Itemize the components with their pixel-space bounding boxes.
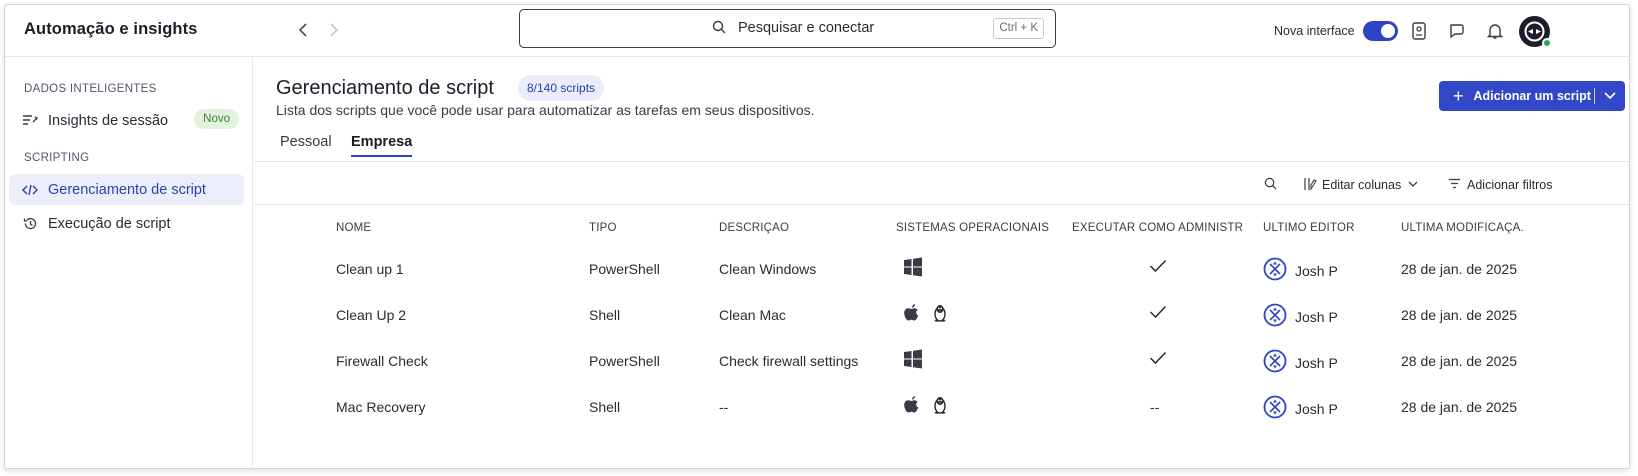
table-search-button[interactable] bbox=[1264, 175, 1277, 195]
tab-company[interactable]: Empresa bbox=[351, 134, 413, 157]
add-script-label: Adicionar um script bbox=[1473, 89, 1591, 103]
editor-avatar-icon bbox=[1263, 257, 1287, 284]
sidebar-item-label: Insights de sessão bbox=[48, 112, 169, 129]
table-row[interactable]: Clean Up 2 Shell Clean Mac Josh P 28 de … bbox=[254, 294, 1629, 340]
chevron-down-icon bbox=[1407, 178, 1419, 193]
cell-name[interactable]: Clean Up 2 bbox=[336, 307, 406, 323]
app-window: Automação e insights Pesquisar e conecta… bbox=[4, 4, 1630, 469]
search-shortcut: Ctrl + K bbox=[993, 18, 1044, 39]
editor-cell: Josh P bbox=[1263, 257, 1338, 284]
col-header-last-modified[interactable]: ÚLTIMA MODIFICAÇÃ... bbox=[1401, 222, 1525, 234]
search-input[interactable]: Pesquisar e conectar Ctrl + K bbox=[519, 9, 1056, 48]
code-icon bbox=[19, 183, 41, 197]
insights-icon bbox=[19, 114, 41, 128]
col-header-os[interactable]: SISTEMAS OPERACIONAIS bbox=[896, 222, 1049, 234]
device-icon[interactable] bbox=[1407, 19, 1431, 43]
cell-description: -- bbox=[719, 399, 729, 415]
admin-check-icon bbox=[1149, 351, 1167, 368]
editor-avatar-icon bbox=[1263, 303, 1287, 330]
history-icon bbox=[19, 216, 41, 231]
search-icon bbox=[1264, 177, 1277, 193]
page-title: Gerenciamento de script bbox=[276, 77, 494, 99]
chat-icon[interactable] bbox=[1445, 19, 1469, 43]
col-header-name[interactable]: NOME bbox=[336, 222, 371, 234]
admin-check-icon bbox=[1149, 259, 1167, 276]
sidebar-item-script-management[interactable]: Gerenciamento de script bbox=[9, 174, 244, 205]
editor-avatar-icon bbox=[1263, 395, 1287, 422]
edit-columns-button[interactable]: Editar colunas bbox=[1304, 175, 1419, 195]
page-subtitle: Lista dos scripts que você pode usar par… bbox=[276, 102, 815, 118]
sidebar-item-label: Execução de script bbox=[48, 215, 171, 232]
edit-columns-label: Editar colunas bbox=[1322, 178, 1402, 192]
back-arrow-icon[interactable] bbox=[291, 18, 315, 42]
cell-modified: 28 de jan. de 2025 bbox=[1401, 307, 1517, 323]
cell-description: Clean Windows bbox=[719, 261, 817, 277]
linux-icon bbox=[931, 303, 949, 326]
sidebar-section-title: DADOS INTELIGENTES bbox=[24, 83, 157, 95]
table-row[interactable]: Mac Recovery Shell -- -- Josh P 28 de ja… bbox=[254, 386, 1629, 432]
online-status-dot bbox=[1542, 38, 1552, 48]
edit-columns-icon bbox=[1304, 177, 1317, 194]
chevron-down-icon[interactable] bbox=[1603, 88, 1617, 105]
avatar[interactable] bbox=[1519, 16, 1552, 48]
apple-icon bbox=[903, 303, 921, 326]
cell-type: Shell bbox=[589, 307, 621, 323]
linux-icon bbox=[931, 395, 949, 418]
filter-icon bbox=[1448, 178, 1461, 192]
add-script-button[interactable]: + Adicionar um script bbox=[1439, 81, 1625, 111]
sidebar-section-title: SCRIPTING bbox=[24, 152, 90, 164]
cell-modified: 28 de jan. de 2025 bbox=[1401, 261, 1517, 277]
editor-cell: Josh P bbox=[1263, 395, 1338, 422]
search-icon bbox=[712, 20, 726, 37]
cell-type: Shell bbox=[589, 399, 621, 415]
editor-name: Josh P bbox=[1295, 354, 1338, 371]
sidebar-item-script-execution[interactable]: Execução de script bbox=[9, 208, 244, 239]
new-interface-toggle[interactable] bbox=[1363, 21, 1398, 41]
new-interface-label: Nova interface bbox=[1274, 24, 1355, 38]
cell-description: Check firewall settings bbox=[719, 353, 859, 369]
editor-name: Josh P bbox=[1295, 308, 1338, 325]
col-header-description[interactable]: DESCRIÇÃO bbox=[719, 222, 789, 234]
new-badge: Novo bbox=[194, 109, 239, 129]
tab-personal[interactable]: Pessoal bbox=[280, 134, 332, 155]
editor-name: Josh P bbox=[1295, 262, 1338, 279]
bell-icon[interactable] bbox=[1483, 19, 1507, 43]
app-title: Automação e insights bbox=[24, 20, 198, 38]
cell-name[interactable]: Mac Recovery bbox=[336, 399, 425, 415]
editor-name: Josh P bbox=[1295, 400, 1338, 417]
editor-cell: Josh P bbox=[1263, 349, 1338, 376]
cell-name[interactable]: Clean up 1 bbox=[336, 261, 404, 277]
search-placeholder: Pesquisar e conectar bbox=[738, 20, 875, 36]
sidebar-item-label: Gerenciamento de script bbox=[48, 181, 206, 198]
cell-modified: 28 de jan. de 2025 bbox=[1401, 353, 1517, 369]
apple-icon bbox=[903, 395, 921, 418]
cell-admin: -- bbox=[1150, 399, 1160, 415]
col-header-last-editor[interactable]: ÚLTIMO EDITOR bbox=[1263, 222, 1355, 234]
top-bar: Automação e insights Pesquisar e conecta… bbox=[5, 5, 1629, 57]
windows-icon bbox=[903, 349, 923, 372]
sidebar-item-session-insights[interactable]: Insights de sessão Novo bbox=[9, 105, 244, 136]
col-header-type[interactable]: TIPO bbox=[589, 222, 617, 234]
cell-name[interactable]: Firewall Check bbox=[336, 353, 428, 369]
editor-cell: Josh P bbox=[1263, 303, 1338, 330]
forward-arrow-icon[interactable] bbox=[322, 18, 346, 42]
editor-avatar-icon bbox=[1263, 349, 1287, 376]
add-filters-label: Adicionar filtros bbox=[1467, 178, 1553, 192]
plus-icon: + bbox=[1453, 86, 1464, 106]
admin-check-icon bbox=[1149, 305, 1167, 322]
windows-icon bbox=[903, 257, 923, 280]
script-count-badge: 8/140 scripts bbox=[518, 75, 605, 101]
main-content: Gerenciamento de script 8/140 scripts Li… bbox=[254, 57, 1629, 468]
sidebar: DADOS INTELIGENTES Insights de sessão No… bbox=[5, 57, 253, 468]
add-filters-button[interactable]: Adicionar filtros bbox=[1448, 175, 1552, 195]
table-row[interactable]: Firewall Check PowerShell Check firewall… bbox=[254, 340, 1629, 386]
cell-type: PowerShell bbox=[589, 353, 660, 369]
cell-type: PowerShell bbox=[589, 261, 660, 277]
cell-modified: 28 de jan. de 2025 bbox=[1401, 399, 1517, 415]
col-header-run-as-admin[interactable]: EXECUTAR COMO ADMINISTR... bbox=[1072, 222, 1242, 234]
table-row[interactable]: Clean up 1 PowerShell Clean Windows Josh… bbox=[254, 248, 1629, 294]
cell-description: Clean Mac bbox=[719, 307, 786, 323]
